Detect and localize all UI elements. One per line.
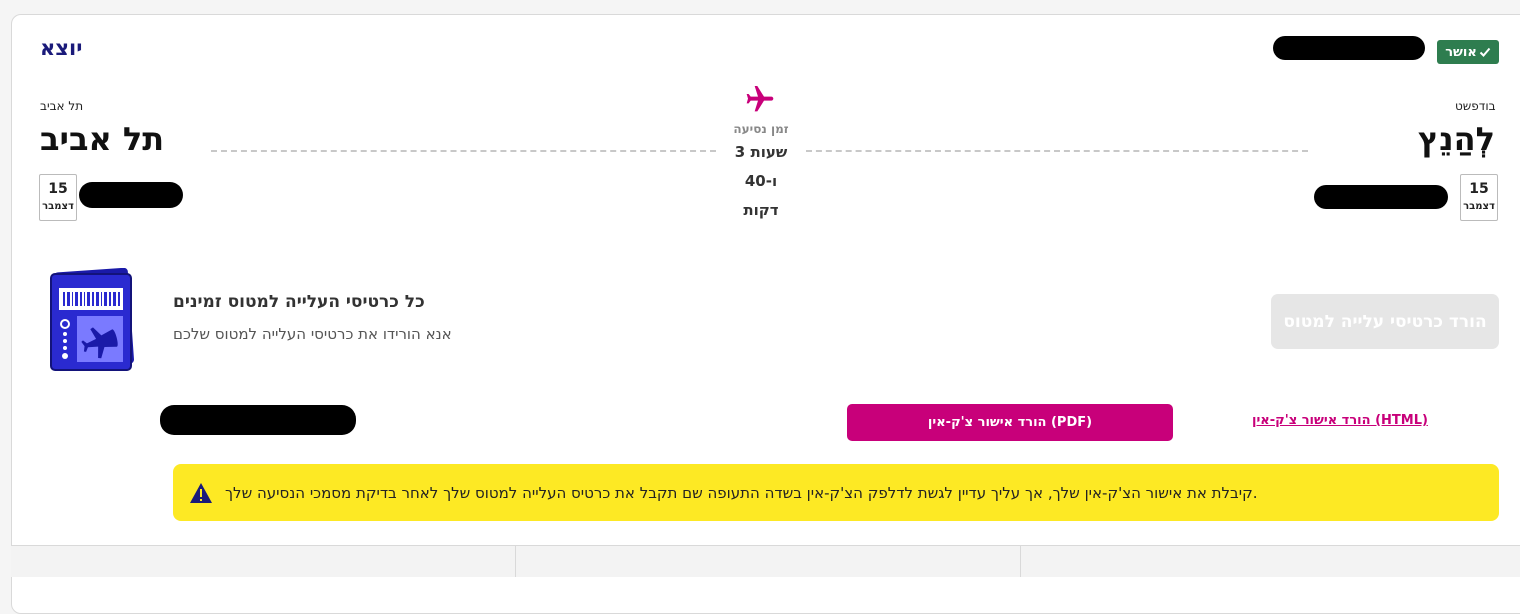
destination-date-day: 15	[48, 181, 68, 197]
airplane-icon	[746, 86, 774, 112]
duration-label: זמן נסיעה	[733, 122, 789, 136]
status-badge: אושר	[1437, 40, 1499, 64]
download-boarding-pass-button[interactable]: הורד כרטיסי עלייה למטוס	[1271, 294, 1499, 349]
destination-date-box: 15 דצמבר	[39, 174, 77, 221]
download-checkin-pdf-button[interactable]: הורד אישור צ'ק-אין (PDF)	[847, 404, 1173, 441]
destination-date-month: דצמבר	[42, 201, 74, 212]
tab-2[interactable]	[516, 546, 1021, 577]
origin-date-month: דצמבר	[1463, 201, 1495, 212]
boarding-title: כל כרטיסי העלייה למטוס זמינים	[173, 292, 425, 312]
redacted-flight-number	[1273, 36, 1425, 60]
tab-3[interactable]	[1021, 546, 1520, 577]
origin-small-name: בודפשט	[1455, 99, 1496, 113]
destination-big-name: תל אביב	[40, 120, 165, 158]
boarding-pass-icon	[50, 268, 134, 371]
warning-icon	[190, 483, 212, 503]
duration-line-2: ו-40	[744, 172, 778, 190]
origin-date-box: 15 דצמבר	[1460, 174, 1498, 221]
status-badge-label: אושר	[1445, 44, 1477, 60]
download-checkin-html-link[interactable]: הורד אישור צ'ק-אין (HTML)	[1252, 413, 1428, 428]
route-line-left	[211, 150, 716, 152]
route-line-right	[806, 150, 1308, 152]
direction-label: יוצא	[40, 36, 83, 60]
destination-small-name: תל אביב	[40, 99, 84, 113]
duration-line-1: 3 שעות	[734, 143, 788, 161]
tab-1[interactable]	[11, 546, 516, 577]
redacted-departure-time	[1314, 185, 1448, 209]
checkin-alert: קיבלת את אישור הצ'ק-אין שלך, אך עליך עדי…	[173, 464, 1499, 521]
check-icon	[1479, 47, 1491, 57]
alert-text: קיבלת את אישור הצ'ק-אין שלך, אך עליך עדי…	[225, 483, 1258, 502]
redacted-booking-reference	[160, 405, 356, 435]
origin-date-day: 15	[1469, 181, 1489, 197]
boarding-subtitle: אנא הורידו את כרטיסי העלייה למטוס שלכם	[173, 325, 452, 343]
origin-big-name: לְהַנֵץ	[1418, 120, 1495, 158]
bottom-tabs	[11, 545, 1520, 577]
redacted-arrival-time	[79, 182, 183, 208]
duration-line-3: דקות	[743, 201, 779, 219]
